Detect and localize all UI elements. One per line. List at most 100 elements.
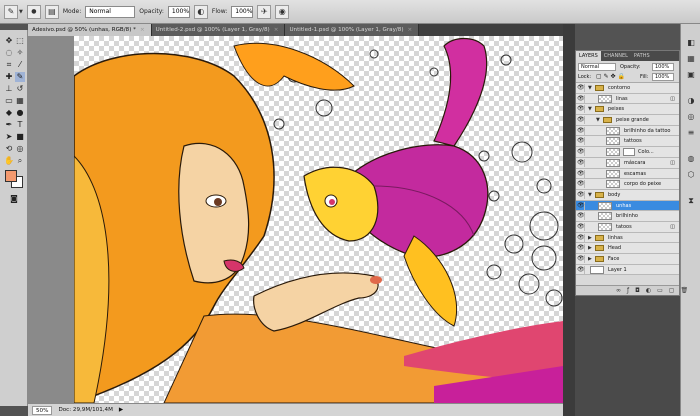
document-tab[interactable]: Adesivo.psd @ 50% (unhas, RGB/8) * × <box>28 24 152 36</box>
marquee-tool-icon[interactable]: ⬚ <box>15 36 25 46</box>
new-layer-icon[interactable]: ▢ <box>669 287 675 294</box>
eye-icon[interactable]: 👁 <box>577 116 585 125</box>
layer-row[interactable]: 👁 ▼ contorno <box>576 83 679 94</box>
flow-input[interactable]: 100% <box>231 5 254 18</box>
panel-tab-paths[interactable]: PATHS <box>631 51 653 61</box>
eye-icon[interactable]: 👁 <box>577 244 585 253</box>
eraser-icon[interactable]: ▭ <box>4 96 14 106</box>
eye-icon[interactable]: 👁 <box>577 84 585 92</box>
masks-panel-icon[interactable]: ◎ <box>686 112 696 122</box>
add-mask-icon[interactable]: ◘ <box>635 287 640 294</box>
eye-icon[interactable]: 👁 <box>577 190 585 199</box>
blend-mode-select[interactable]: Normal <box>578 63 616 71</box>
fill-input[interactable]: 100% <box>652 73 674 81</box>
lasso-tool-icon[interactable]: ◌ <box>4 48 14 58</box>
layer-row[interactable]: 👁 brilhinho <box>576 211 679 222</box>
layer-row[interactable]: 👁 ▼ peixes <box>576 104 679 116</box>
expand-group-icon[interactable]: ▶ <box>588 234 592 242</box>
swatches-panel-icon[interactable]: ▦ <box>686 54 696 64</box>
document-tab[interactable]: Untitled-2.psd @ 100% (Layer 1, Gray/8) × <box>151 24 286 36</box>
layer-row[interactable]: 👁 brilhinho da tattoo <box>576 125 679 137</box>
layer-row[interactable]: 👁 linas ◫ <box>576 93 679 105</box>
pressure-size-icon[interactable]: ◉ <box>275 4 290 19</box>
layer-row[interactable]: 👁 ▼ peixe grande <box>576 115 679 126</box>
eye-icon[interactable]: 👁 <box>577 137 585 146</box>
foreground-color-swatch[interactable] <box>5 170 17 182</box>
layer-row[interactable]: 👁 unhas <box>576 200 679 212</box>
layer-opacity-input[interactable]: 100% <box>652 63 674 71</box>
channels-panel-icon[interactable]: ◍ <box>686 154 696 164</box>
new-group-icon[interactable]: ▭ <box>657 287 663 294</box>
brush-tool-icon[interactable]: ✎ <box>15 72 25 82</box>
magic-wand-icon[interactable]: ✧ <box>15 48 25 58</box>
eyedropper-icon[interactable]: ⁄ <box>15 60 25 70</box>
styles-panel-icon[interactable]: ▣ <box>686 70 696 80</box>
close-tab-icon[interactable]: × <box>274 24 279 36</box>
adjustments-panel-icon[interactable]: ◑ <box>686 96 696 106</box>
history-brush-icon[interactable]: ↺ <box>15 84 25 94</box>
eye-icon[interactable]: 👁 <box>577 180 585 189</box>
brush-size-icon[interactable]: ● <box>26 4 41 19</box>
type-tool-icon[interactable]: T <box>15 120 25 130</box>
pen-tool-icon[interactable]: ✒ <box>4 120 14 130</box>
shape-tool-icon[interactable]: ■ <box>15 132 25 142</box>
artwork-canvas[interactable] <box>73 36 563 403</box>
3d-rotate-icon[interactable]: ⟲ <box>4 144 14 154</box>
eye-icon[interactable]: 👁 <box>577 169 585 178</box>
path-selection-icon[interactable]: ➤ <box>4 132 14 142</box>
eye-icon[interactable]: 👁 <box>577 126 585 135</box>
layer-row[interactable]: 👁 ▶ Head <box>576 243 679 254</box>
document-tab[interactable]: Untitled-1.psd @ 100% (Layer 1, Gray/8) × <box>285 24 420 36</box>
3d-orbit-icon[interactable]: ◎ <box>15 144 25 154</box>
layer-row[interactable]: 👁 Colo... <box>576 147 679 158</box>
healing-brush-icon[interactable]: ✚ <box>4 72 14 82</box>
gradient-tool-icon[interactable]: ▦ <box>15 96 25 106</box>
eye-icon[interactable]: 👁 <box>577 265 585 274</box>
layer-row[interactable]: 👁 máscara ◫ <box>576 157 679 169</box>
zoom-tool-icon[interactable]: ⌕ <box>15 156 25 166</box>
color-panel-icon[interactable]: ◧ <box>686 38 696 48</box>
eye-icon[interactable]: 👁 <box>577 94 585 103</box>
history-panel-icon[interactable]: ⧗ <box>686 196 696 206</box>
eye-icon[interactable]: 👁 <box>577 233 585 242</box>
collapse-group-icon[interactable]: ▼ <box>588 191 592 199</box>
clone-stamp-icon[interactable]: ⊥ <box>4 84 14 94</box>
dodge-tool-icon[interactable]: ● <box>15 108 25 118</box>
layers-panel-icon[interactable]: ≡ <box>686 128 696 138</box>
hand-tool-icon[interactable]: ✋ <box>4 156 14 166</box>
airbrush-icon[interactable]: ✈ <box>257 4 272 19</box>
brush-preset-icon[interactable]: ✎ <box>4 4 18 19</box>
status-menu-icon[interactable]: ▶ <box>119 407 123 413</box>
eye-icon[interactable]: 👁 <box>577 158 585 167</box>
eye-icon[interactable]: 👁 <box>577 148 585 157</box>
blur-tool-icon[interactable]: ◆ <box>4 108 14 118</box>
paths-panel-icon[interactable]: ⬡ <box>686 170 696 180</box>
layer-row[interactable]: 👁 ▶ Face <box>576 254 679 265</box>
layer-effects-icon[interactable]: ◫ <box>670 224 675 230</box>
document-size-info[interactable]: Doc: 29,9M/101,4M <box>58 407 112 413</box>
layer-row[interactable]: 👁 ▼ body <box>576 189 679 201</box>
layer-row[interactable]: 👁 ▶ linhas <box>576 232 679 244</box>
eye-icon[interactable]: 👁 <box>577 105 585 114</box>
zoom-level-field[interactable]: 50% <box>32 405 53 415</box>
expand-group-icon[interactable]: ▶ <box>588 244 592 252</box>
eye-icon[interactable]: 👁 <box>577 212 585 221</box>
collapse-group-icon[interactable]: ▼ <box>588 84 592 92</box>
layer-effects-icon[interactable]: ◫ <box>670 160 675 166</box>
move-tool-icon[interactable]: ✥ <box>4 36 14 46</box>
layer-effects-icon[interactable]: ◫ <box>670 96 675 102</box>
collapse-group-icon[interactable]: ▼ <box>588 105 592 113</box>
mode-select[interactable]: Normal <box>85 5 136 18</box>
close-tab-icon[interactable]: × <box>140 24 145 36</box>
layer-row[interactable]: 👁 tatoos ◫ <box>576 221 679 233</box>
layer-row[interactable]: 👁 corpo do peixe <box>576 179 679 190</box>
opacity-input[interactable]: 100% <box>167 5 190 18</box>
chevron-down-icon[interactable]: ▼ <box>19 9 23 15</box>
eye-icon[interactable]: 👁 <box>577 255 585 263</box>
layer-row[interactable]: 👁 tattoos <box>576 136 679 148</box>
layer-row[interactable]: 👁 Layer 1 <box>576 264 679 276</box>
close-tab-icon[interactable]: × <box>408 24 413 36</box>
document-canvas[interactable] <box>28 36 563 403</box>
quick-mask-icon[interactable]: ◙ <box>9 194 19 204</box>
link-layers-icon[interactable]: ∞ <box>616 287 621 294</box>
